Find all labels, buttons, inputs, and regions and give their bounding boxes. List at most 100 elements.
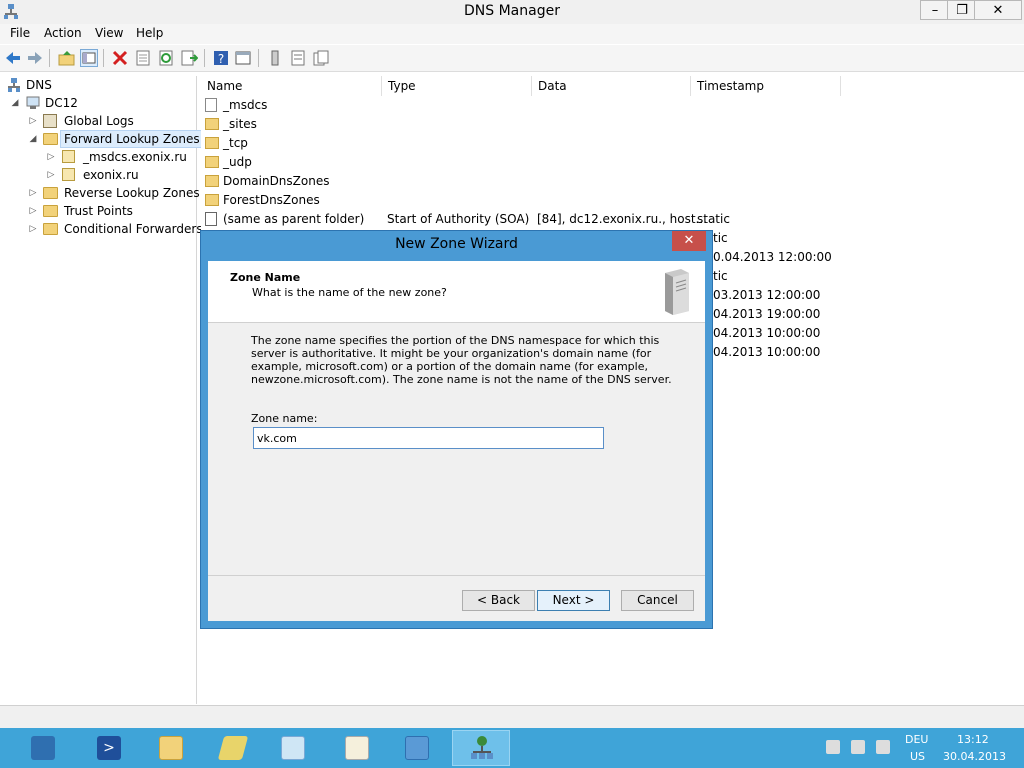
row-timestamp: static [697,212,730,226]
input-language[interactable]: DEU [905,733,928,746]
server-icon[interactable] [266,49,284,67]
status-bar [0,705,1024,728]
export-list-icon[interactable] [180,49,199,67]
list-row[interactable]: DomainDnsZones [201,172,841,191]
title-bar: DNS Manager – ❐ ✕ [0,0,1024,25]
row-name: _udp [223,155,252,169]
log-icon [43,114,57,128]
next-button[interactable]: Next > [537,590,610,611]
forward-arrow-icon[interactable] [26,49,44,67]
menu-view[interactable]: View [95,26,123,40]
taskbar-app-button[interactable] [266,730,320,766]
flag-icon[interactable] [826,740,840,754]
restore-button[interactable]: ❐ [947,0,977,20]
clock-time[interactable]: 13:12 [957,733,989,746]
list-row[interactable]: _msdcs [201,96,841,115]
menu-file[interactable]: File [10,26,30,40]
file-explorer-button[interactable] [144,730,198,766]
console-tree: DNS ◢ DC12 ▷ Global Logs ◢ Forward Looku… [0,76,204,704]
tree-item-reverse-lookup-zones[interactable]: ▷ Reverse Lookup Zones [0,184,200,202]
powershell-icon: > [97,736,121,760]
show-hide-tree-icon[interactable] [80,49,98,67]
list-view-icon[interactable] [289,49,307,67]
tree-item-label: exonix.ru [83,168,139,182]
column-header-data[interactable]: Data [532,76,691,96]
list-row[interactable]: ForestDnsZones [201,191,841,210]
tree-item-exonix-zone[interactable]: ▷ exonix.ru [0,166,195,184]
taskbar-app-button[interactable] [390,730,444,766]
list-row[interactable]: _sites [201,115,841,134]
row-type: Start of Authority (SOA) [387,212,530,226]
up-folder-icon[interactable] [58,49,76,67]
tree-item-label: Forward Lookup Zones [60,130,204,148]
zone-icon [62,168,75,181]
tree-item-label: Reverse Lookup Zones [64,186,200,200]
back-arrow-icon[interactable] [4,49,22,67]
dns-icon [8,78,20,92]
expand-arrow-icon[interactable]: ▷ [46,166,56,184]
tree-item-label: _msdcs.exonix.ru [83,150,187,164]
powershell-button[interactable]: > [82,730,136,766]
folder-icon [205,156,219,168]
row-name: _msdcs [223,98,268,112]
back-button[interactable]: < Back [462,590,535,611]
tree-item-global-logs[interactable]: ▷ Global Logs [0,112,195,130]
folder-icon [43,133,58,145]
delete-icon[interactable] [111,49,129,67]
wizard-heading: Zone Name [230,271,301,284]
dns-manager-taskbar-button[interactable] [452,730,510,766]
list-row[interactable]: _tcp [201,134,841,153]
tree-item-msdcs-zone[interactable]: ▷ _msdcs.exonix.ru [0,148,195,166]
action-pane-icon[interactable] [234,49,252,67]
server-manager-button[interactable] [16,730,70,766]
column-header-type[interactable]: Type [382,76,532,96]
filter-icon[interactable] [312,49,330,67]
clock-date[interactable]: 30.04.2013 [943,750,1006,763]
taskbar-app-button[interactable] [206,730,260,766]
collapse-arrow-icon[interactable]: ◢ [28,130,38,148]
row-timestamp: 03.2013 12:00:00 [713,288,821,302]
expand-arrow-icon[interactable]: ▷ [28,112,38,130]
taskbar: > DEU US 13:12 30.04.2013 [0,728,1024,768]
column-header-name[interactable]: Name [201,76,382,96]
tree-item-trust-points[interactable]: ▷ Trust Points [0,202,195,220]
record-icon [205,212,217,226]
row-timestamp: 04.2013 10:00:00 [713,326,821,340]
menu-help[interactable]: Help [136,26,163,40]
refresh-icon[interactable] [157,49,175,67]
dns-icon [471,735,493,761]
folder-icon [205,175,219,187]
close-button[interactable]: ✕ [974,0,1022,20]
list-row[interactable]: (same as parent folder) Start of Authori… [201,210,841,229]
volume-icon[interactable] [876,740,890,754]
cancel-button[interactable]: Cancel [621,590,694,611]
help-icon[interactable]: ? [212,49,230,67]
tree-server-label: DC12 [45,96,78,110]
expand-arrow-icon[interactable]: ▷ [28,202,38,220]
row-timestamp: 04.2013 10:00:00 [713,345,821,359]
properties-icon[interactable] [134,49,152,67]
zone-name-input[interactable] [253,427,604,449]
column-header-timestamp[interactable]: Timestamp [691,76,841,96]
dialog-close-button[interactable]: ✕ [672,231,706,251]
wizard-header: Zone Name What is the name of the new zo… [208,261,705,323]
menu-action[interactable]: Action [44,26,82,40]
toolbar: ? [0,45,1024,72]
minimize-button[interactable]: – [920,0,950,20]
expand-arrow-icon[interactable]: ▷ [46,148,56,166]
folder-icon [43,205,58,217]
server-icon [26,96,40,110]
collapse-arrow-icon[interactable]: ◢ [10,94,20,112]
network-icon[interactable] [851,740,865,754]
window-title: DNS Manager [464,3,560,19]
tree-item-forward-lookup-zones[interactable]: ◢ Forward Lookup Zones [0,130,204,148]
keyboard-layout[interactable]: US [910,750,925,763]
tree-item-conditional-forwarders[interactable]: ▷ Conditional Forwarders [0,220,203,238]
list-row[interactable]: _udp [201,153,841,172]
expand-arrow-icon[interactable]: ▷ [28,220,38,238]
row-timestamp: 0.04.2013 12:00:00 [713,250,832,264]
tree-item-label: Global Logs [64,114,134,128]
expand-arrow-icon[interactable]: ▷ [28,184,38,202]
taskbar-app-button[interactable] [330,730,384,766]
server-manager-icon [31,736,55,760]
